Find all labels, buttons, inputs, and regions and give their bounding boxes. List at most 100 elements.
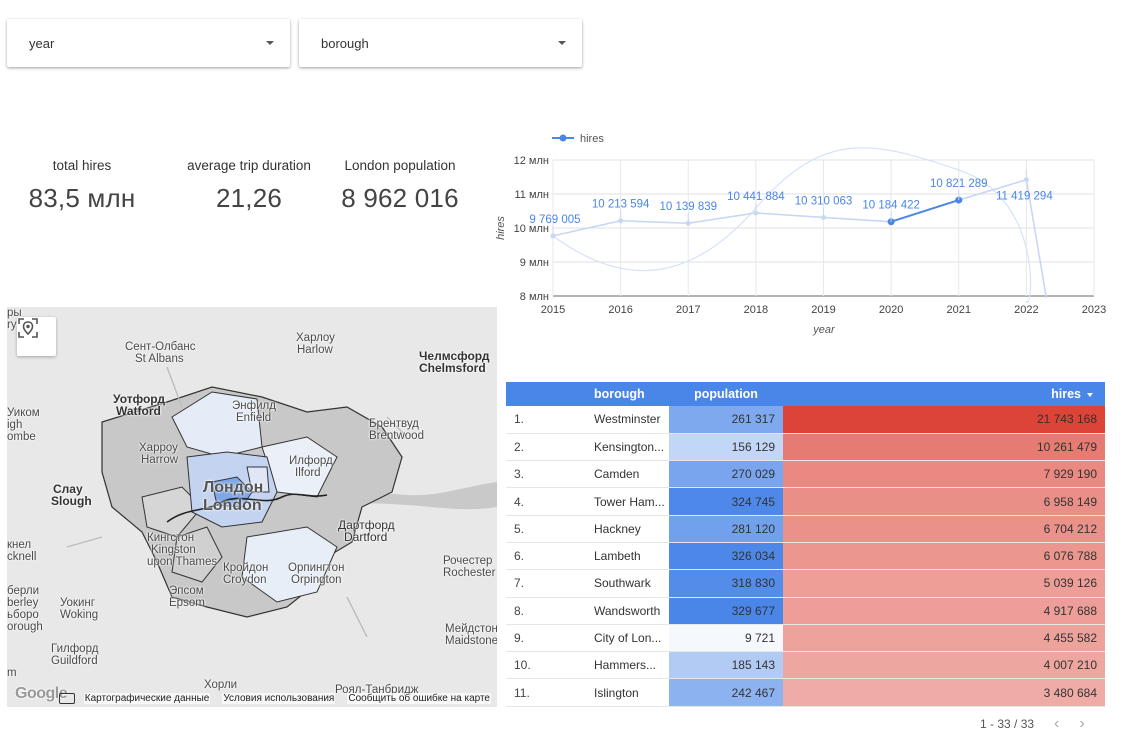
row-index: 3. [506, 460, 586, 489]
data-label: 10 821 289 [930, 178, 988, 190]
scorecard-label: London population [344, 158, 456, 173]
legend-label-hires: hires [580, 133, 604, 145]
map-label-harlow: Харлоу Harlow [296, 332, 335, 356]
row-population: 242 467 [669, 678, 783, 707]
report-error-link[interactable]: Сообщить об ошибке на карте [347, 692, 491, 704]
chart-grid [552, 159, 1095, 297]
series-segment [755, 212, 824, 219]
row-index: 5. [506, 515, 586, 543]
scorecard-label: average trip duration [187, 158, 311, 173]
x-tick-label: 2016 [608, 304, 632, 316]
table-row[interactable]: 6. Lambeth 326 034 6 076 788 [506, 542, 1105, 571]
y-tick-label: 11 млн [514, 189, 549, 201]
table-row[interactable]: 10. Hammers... 185 143 4 007 210 [506, 651, 1105, 680]
map-label-rochester: Рочестер Rochester [443, 555, 496, 579]
map-label-harrow: Харроу Harrow [139, 442, 179, 466]
data-label: 10 441 884 [727, 191, 785, 203]
table-row[interactable]: 2. Kensington... 156 129 10 261 479 [506, 433, 1105, 462]
table-row[interactable]: 8. Wandsworth 329 677 4 917 688 [506, 597, 1105, 625]
row-hires: 6 704 212 [783, 515, 1105, 543]
table-pagination: 1 - 33 / 33 ‹ › [980, 715, 1085, 733]
scorecard-value: 83,5 млн [28, 183, 136, 213]
row-population: 185 143 [669, 651, 783, 680]
x-tick-label: 2017 [676, 304, 700, 316]
row-index: 7. [506, 569, 586, 598]
borough-filter-label: borough [321, 35, 369, 51]
data-label: 10 184 422 [862, 200, 920, 212]
map-label-slough: Слау Slough [51, 482, 92, 508]
table-row[interactable]: 4. Tower Ham... 324 745 6 958 149 [506, 487, 1105, 516]
y-tick-label: 8 млн [520, 291, 549, 303]
row-index: 6. [506, 542, 586, 571]
row-borough: Kensington... [586, 433, 669, 462]
pagination-range: 1 - 33 / 33 [980, 717, 1035, 731]
hires-line-chart: hires 8 млн9 млн10 млн11 млн12 млн 2015 2… [495, 133, 1106, 336]
row-borough: Westminster [586, 406, 669, 434]
row-population: 326 034 [669, 542, 783, 571]
map-label-orpington: Орпингтон Orpington [288, 562, 345, 586]
x-tick-label: 2018 [744, 304, 768, 316]
borough-table: borough population hires 1. Westminster 26… [506, 382, 1105, 708]
map-label-guildford: Гилфорд Guildford [51, 643, 99, 667]
x-tick-label: 2023 [1082, 304, 1106, 316]
row-population: 270 029 [669, 460, 783, 489]
map-data-link[interactable]: Картографические данные [83, 692, 211, 704]
row-hires: 4 007 210 [783, 651, 1105, 680]
row-population: 156 129 [669, 433, 783, 462]
my-location-button[interactable] [17, 317, 56, 356]
row-hires: 10 261 479 [783, 433, 1105, 462]
header-population[interactable]: population [669, 382, 783, 406]
map-label-enfield: Энфилд Enfield [232, 400, 276, 424]
map-label-watford: Уотфорд Watford [113, 392, 165, 418]
table-row[interactable]: 7. Southwark 318 830 5 039 126 [506, 569, 1105, 598]
row-index: 4. [506, 487, 586, 516]
map-label: ры ry [7, 307, 22, 331]
dashboard: year borough total hires 83,5 млн averag… [0, 0, 1125, 751]
year-filter-dropdown[interactable]: year [7, 19, 290, 67]
map-label-st-albans: Сент-Олбанс St Albans [125, 341, 196, 365]
row-hires: 4 455 582 [783, 624, 1105, 653]
borough-filter-dropdown[interactable]: borough [299, 19, 582, 67]
table-row[interactable]: 9. City of Lon... 9 721 4 455 582 [506, 624, 1105, 653]
row-population: 261 317 [669, 406, 783, 434]
data-label: 9 769 005 [529, 214, 580, 226]
map-label-woking: Уокинг Woking [60, 597, 99, 621]
table-row[interactable]: 3. Camden 270 029 7 929 190 [506, 460, 1105, 489]
map-label-dartford: Дартфорд Dartford [338, 518, 395, 544]
row-borough: Southwark [586, 569, 669, 598]
table-row[interactable]: 11. Islington 242 467 3 480 684 [506, 678, 1105, 707]
x-axis-ticks: 2015 2016 2017 2018 2019 2020 2021 2022 2023 [541, 304, 1106, 316]
chevron-left-icon[interactable]: ‹ [1054, 715, 1059, 733]
row-hires: 6 076 788 [783, 542, 1105, 571]
table-row[interactable]: 5. Hackney 281 120 6 704 212 [506, 515, 1105, 543]
sort-desc-icon [1087, 392, 1093, 397]
data-label: 10 310 063 [795, 195, 853, 207]
row-population: 281 120 [669, 515, 783, 543]
x-tick-label: 2020 [879, 304, 903, 316]
x-axis-title: year [812, 324, 836, 336]
header-borough[interactable]: borough [586, 382, 669, 406]
table-body: 1. Westminster 261 317 21 743 168 2. Kensingt… [506, 406, 1105, 707]
london-map[interactable]: ры ry Сент-Олбанс St Albans Харлоу Harlow Ч… [7, 307, 497, 707]
row-borough: Hammers... [586, 651, 669, 680]
map-label-left-edge: Уиком igh ombe [7, 407, 40, 443]
map-label-london: Лондон London [203, 479, 264, 514]
data-labels: 9 769 005 10 213 594 10 139 839 10 441 884 1… [529, 178, 1053, 226]
series-segment [620, 219, 689, 225]
row-hires: 5 039 126 [783, 569, 1105, 598]
caret-down-icon [558, 41, 566, 45]
header-hires[interactable]: hires [783, 382, 1105, 406]
terms-link[interactable]: Условия использования [222, 692, 336, 704]
map-label-epsom: Эпсом Epsom [169, 585, 205, 609]
chevron-right-icon[interactable]: › [1079, 715, 1084, 733]
y-tick-label: 12 млн [514, 155, 549, 167]
map-label-left-edge: кнел cknell [7, 539, 37, 563]
row-hires: 7 929 190 [783, 460, 1105, 489]
row-borough: Camden [586, 460, 669, 489]
map-label-kingston: Кингстон Kingston upon Thames [147, 532, 218, 568]
x-tick-label: 2019 [811, 304, 835, 316]
table-row[interactable]: 1. Westminster 261 317 21 743 168 [506, 406, 1105, 434]
scorecard-total-hires: total hires 83,5 млн [14, 158, 150, 214]
chart-legend[interactable]: hires [552, 133, 604, 145]
map-label-maidstone: Мейдстон Maidstone [445, 623, 497, 647]
